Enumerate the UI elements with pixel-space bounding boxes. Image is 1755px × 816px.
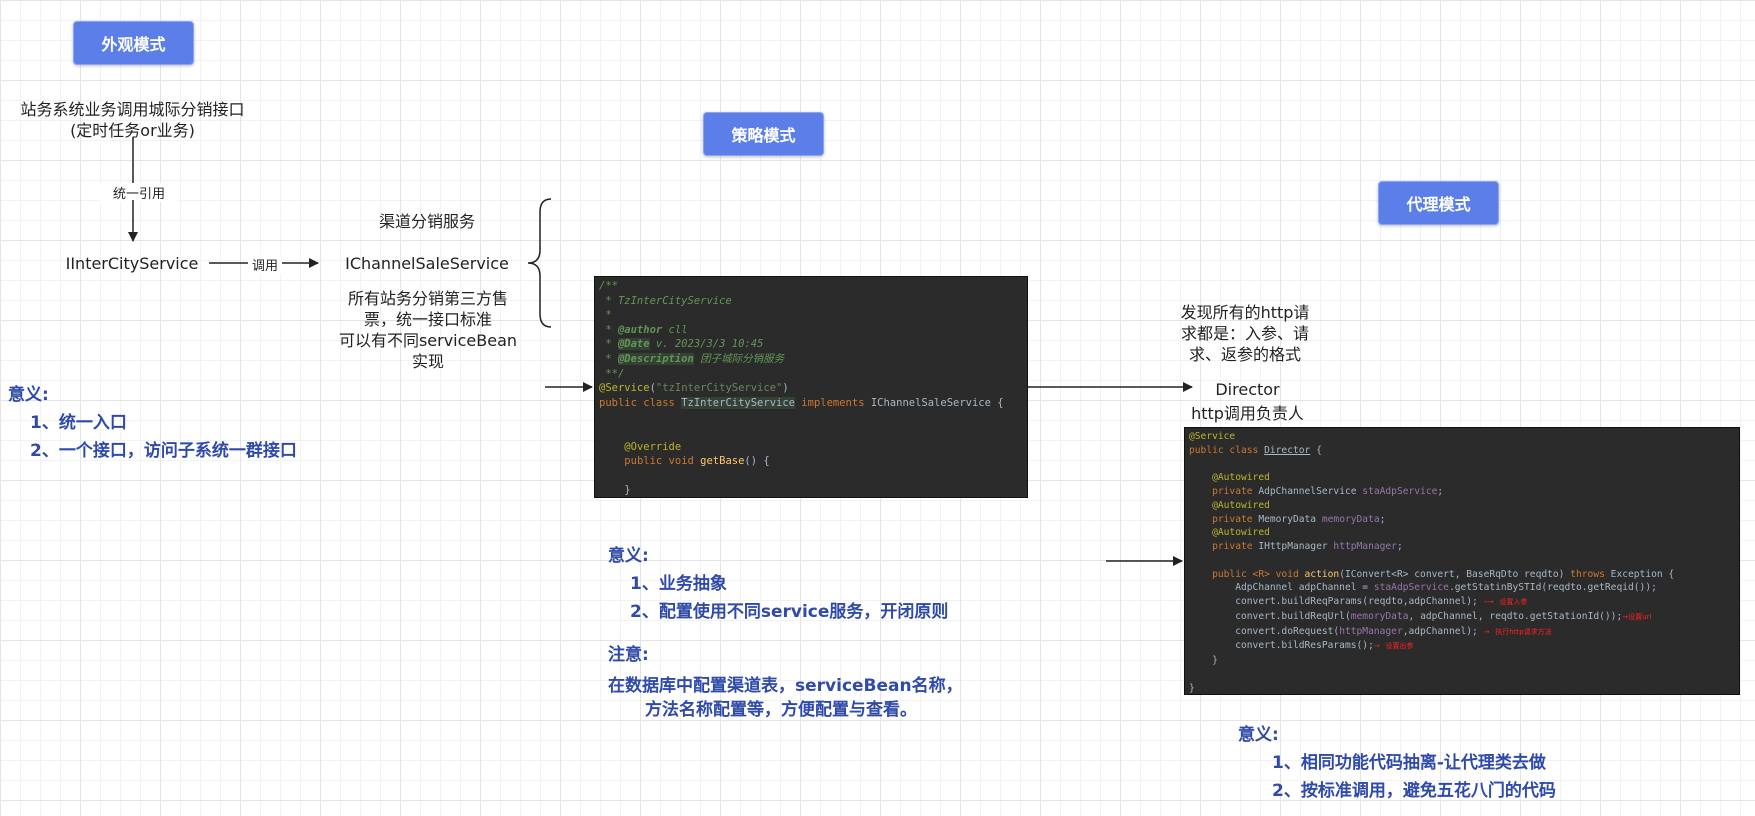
connectors — [0, 137, 1193, 566]
brace-icon — [527, 198, 552, 328]
